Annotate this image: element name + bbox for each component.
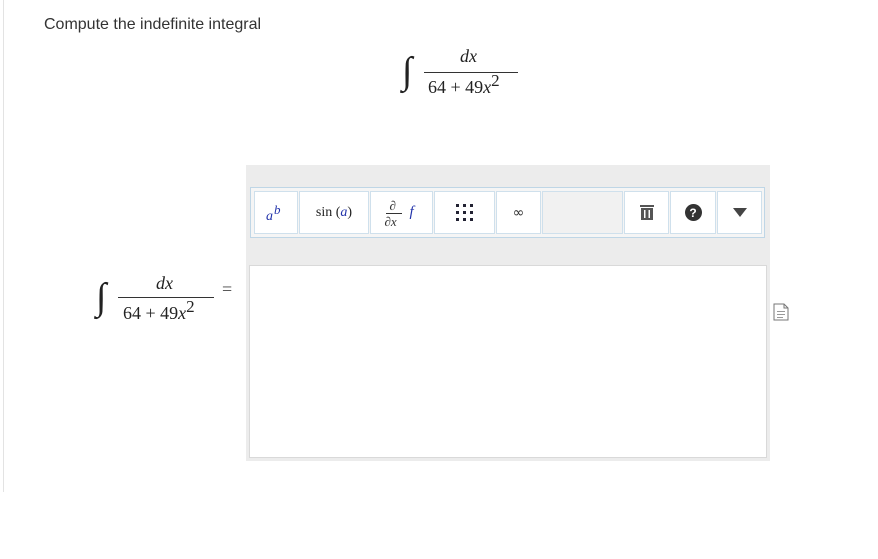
fraction-bar: [118, 297, 214, 298]
derivative-button[interactable]: ∂ ∂x f: [370, 191, 433, 234]
integral-denominator: 64 + 49x2: [428, 71, 500, 97]
integral-numerator: dx: [156, 273, 173, 293]
answer-input-area[interactable]: [249, 265, 767, 458]
sin-function-icon: sin (a): [315, 204, 353, 220]
answer-integral: ∫ dx 64 + 49x2: [94, 268, 224, 328]
matrix-grid-icon: [456, 204, 473, 221]
delete-button[interactable]: [624, 191, 669, 234]
math-toolbar: a b sin (a) ∂ ∂x f ∞ ?: [250, 187, 765, 238]
integral-numerator: dx: [460, 46, 477, 66]
integral-sign: ∫: [402, 50, 413, 92]
toolbar-spacer: [542, 191, 623, 234]
caret-down-icon: [732, 208, 747, 217]
document-icon[interactable]: [773, 303, 789, 321]
equals-sign: =: [222, 279, 233, 299]
help-icon: ?: [684, 204, 702, 221]
left-divider: [3, 0, 4, 492]
fraction-bar: [424, 72, 518, 73]
power-button[interactable]: a b: [254, 191, 298, 234]
function-button[interactable]: sin (a): [299, 191, 369, 234]
partial-derivative-icon: ∂ ∂x f: [384, 197, 414, 229]
matrix-button[interactable]: [434, 191, 495, 234]
question-prompt: Compute the indefinite integral: [44, 16, 262, 33]
integral-sign: ∫: [96, 276, 107, 318]
trash-icon: [639, 205, 654, 220]
power-icon: a b: [266, 201, 281, 224]
more-button[interactable]: [717, 191, 762, 234]
integral-display: ∫ dx 64 + 49x2: [398, 42, 528, 102]
infinity-icon: ∞: [512, 204, 525, 221]
integral-denominator: 64 + 49x2: [123, 297, 195, 323]
help-button[interactable]: ?: [670, 191, 716, 234]
infinity-button[interactable]: ∞: [496, 191, 541, 234]
